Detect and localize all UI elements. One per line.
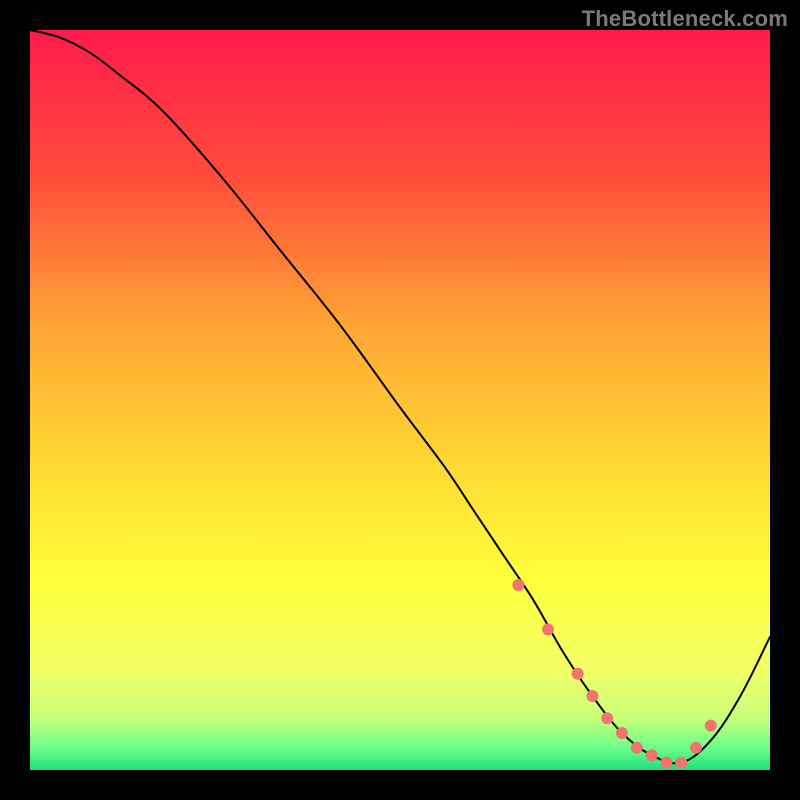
highlight-dot (586, 690, 598, 702)
highlight-dot (512, 579, 524, 591)
chart-svg (30, 30, 770, 770)
plot-frame (30, 30, 770, 770)
highlight-dot (572, 668, 584, 680)
chart-stage: TheBottleneck.com (0, 0, 800, 800)
highlight-dot (616, 727, 628, 739)
highlight-dot (705, 720, 717, 732)
highlight-dot (646, 749, 658, 761)
highlight-dot (660, 757, 672, 769)
highlight-dot (675, 757, 687, 769)
highlight-dot (601, 712, 613, 724)
highlight-dot (542, 623, 554, 635)
gradient-background (30, 30, 770, 770)
highlight-dot (690, 742, 702, 754)
highlight-dot (631, 742, 643, 754)
watermark-label: TheBottleneck.com (582, 6, 788, 32)
